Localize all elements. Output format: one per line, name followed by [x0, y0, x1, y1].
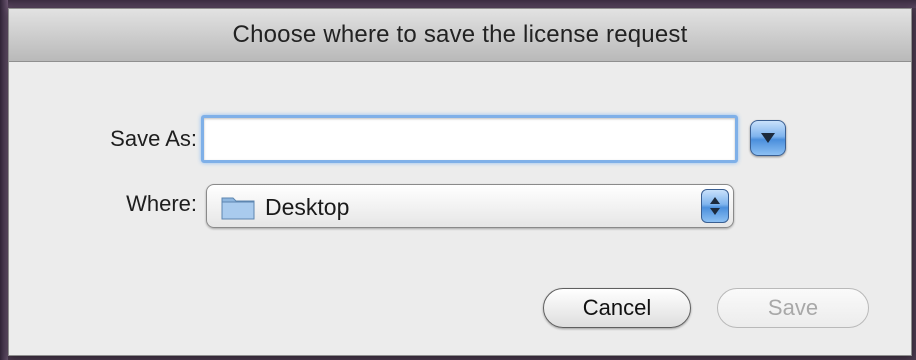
where-popup-value: Desktop: [265, 194, 350, 220]
save-dialog: Choose where to save the license request…: [8, 8, 912, 356]
where-label: Where:: [126, 191, 197, 216]
save-as-label: Save As:: [110, 126, 197, 151]
cancel-button[interactable]: Cancel: [543, 288, 691, 328]
folder-icon: [221, 197, 255, 220]
save-as-input[interactable]: [201, 115, 738, 163]
triangle-down-icon: [761, 133, 775, 143]
up-down-arrows-icon: [701, 189, 729, 223]
where-popup[interactable]: Desktop: [206, 184, 734, 228]
save-button[interactable]: Save: [717, 288, 869, 328]
desktop-background-left: [0, 0, 8, 360]
dialog-title: Choose where to save the license request: [9, 9, 911, 62]
expand-dialog-button[interactable]: [750, 120, 786, 156]
desktop-background: [0, 0, 916, 8]
